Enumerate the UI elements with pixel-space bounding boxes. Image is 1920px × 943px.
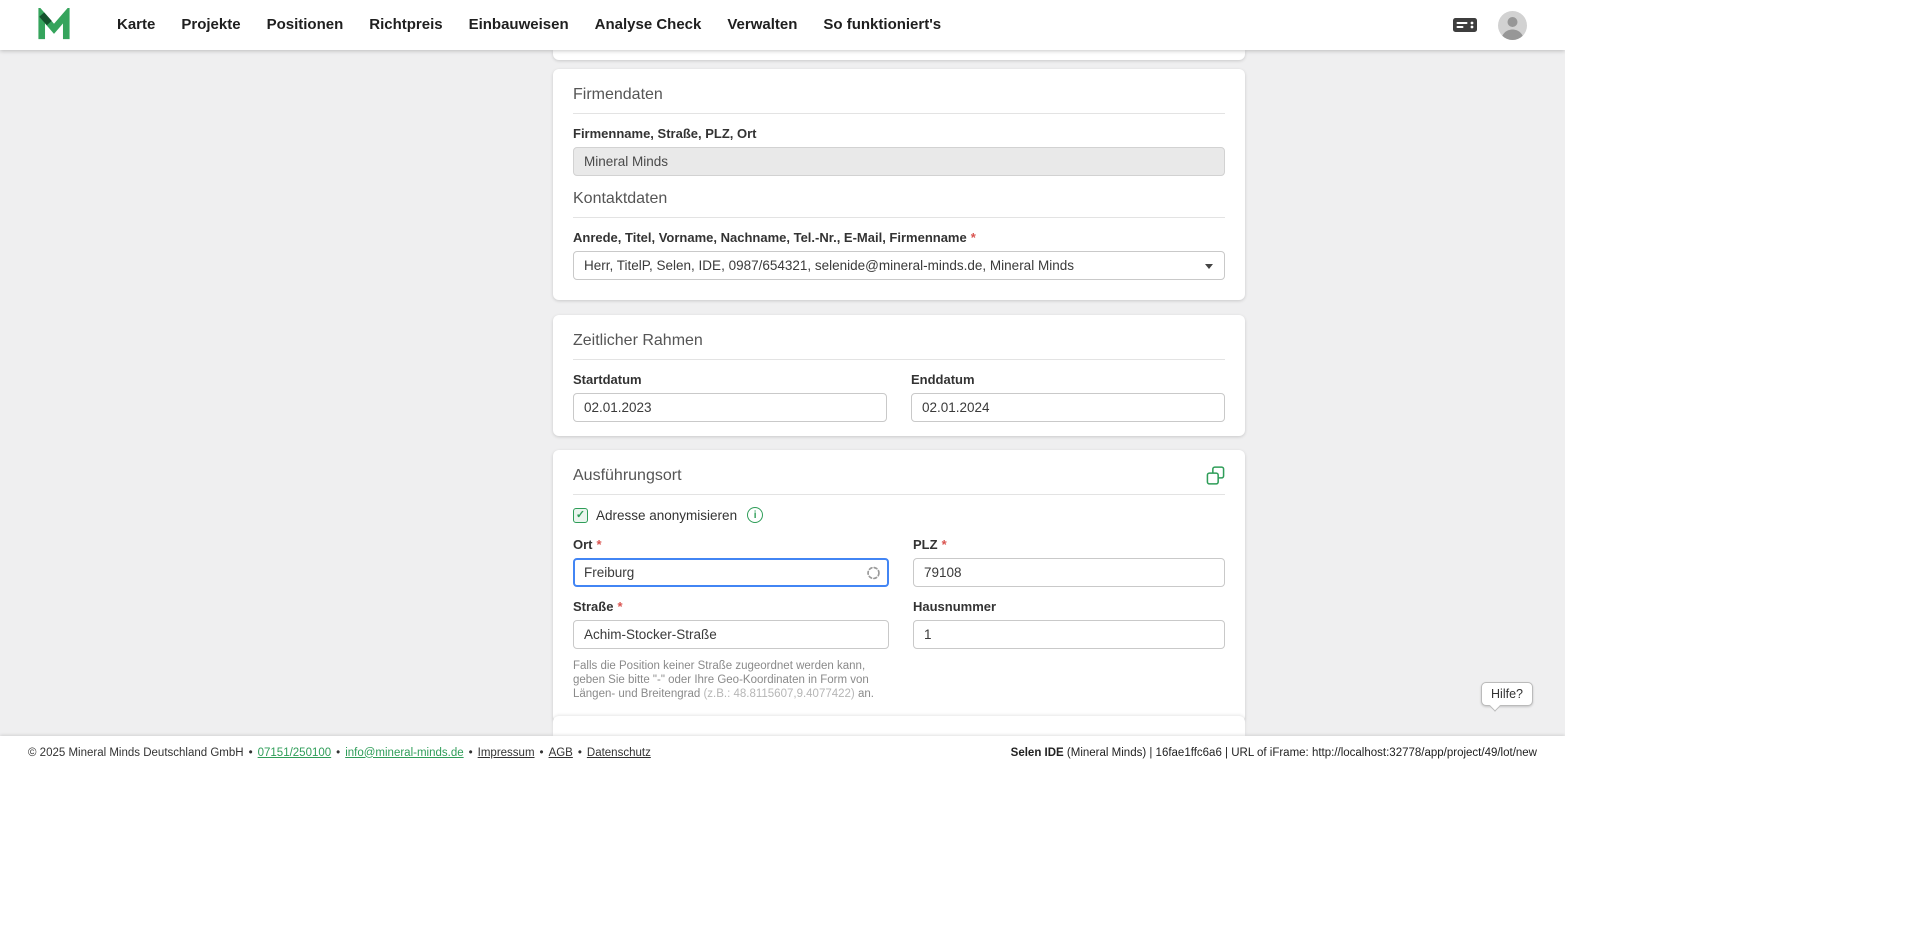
- required-marker: *: [597, 537, 602, 552]
- ort-input-wrap: [573, 558, 889, 587]
- top-navbar: Karte Projekte Positionen Richtpreis Ein…: [0, 0, 1565, 50]
- ort-label-text: Ort: [573, 537, 593, 552]
- required-marker: *: [942, 537, 947, 552]
- anonymize-checkbox[interactable]: ✓: [573, 508, 588, 523]
- required-marker: *: [617, 599, 622, 614]
- enddatum-label: Enddatum: [911, 372, 1225, 387]
- card-zeitraum: Zeitlicher Rahmen Startdatum Enddatum: [553, 315, 1245, 436]
- section-title-kontaktdaten: Kontaktdaten: [573, 189, 1225, 208]
- datenschutz-link[interactable]: Datenschutz: [587, 747, 651, 759]
- nav-item-verwalten[interactable]: Verwalten: [714, 0, 810, 50]
- copy-icon[interactable]: [1206, 466, 1225, 485]
- section-title-firmendaten: Firmendaten: [573, 85, 1225, 104]
- strasse-label: Straße *: [573, 599, 889, 614]
- footer-left: © 2025 Mineral Minds Deutschland GmbH • …: [28, 747, 651, 759]
- ausfuehrungsort-header: Ausführungsort: [573, 466, 1225, 485]
- main-nav: Karte Projekte Positionen Richtpreis Ein…: [104, 0, 954, 50]
- check-icon: ✓: [576, 510, 585, 521]
- ort-input[interactable]: [573, 558, 889, 587]
- hausnummer-input[interactable]: [913, 620, 1225, 649]
- agb-link[interactable]: AGB: [549, 747, 573, 759]
- strasse-field: Straße *: [573, 599, 889, 649]
- divider: [573, 113, 1225, 114]
- contact-select-value: Herr, TitelP, Selen, IDE, 0987/654321, s…: [584, 258, 1074, 273]
- separator: •: [540, 747, 544, 759]
- footer-debug-info: (Mineral Minds) | 16fae1ffc6a6 | URL of …: [1064, 747, 1537, 759]
- impressum-link[interactable]: Impressum: [478, 747, 535, 759]
- separator: •: [578, 747, 582, 759]
- chevron-down-icon: [1205, 264, 1213, 269]
- avatar[interactable]: [1498, 11, 1527, 40]
- company-input: [573, 147, 1225, 176]
- company-field: Firmenname, Straße, PLZ, Ort: [573, 126, 1225, 176]
- contact-select[interactable]: Herr, TitelP, Selen, IDE, 0987/654321, s…: [573, 251, 1225, 280]
- enddatum-input[interactable]: [911, 393, 1225, 422]
- contact-field-label-text: Anrede, Titel, Vorname, Nachname, Tel.-N…: [573, 230, 967, 245]
- section-title-zeitraum: Zeitlicher Rahmen: [573, 331, 1225, 350]
- anonymize-label: Adresse anonymisieren: [596, 508, 737, 523]
- section-title-ausfuehrungsort: Ausführungsort: [573, 466, 682, 485]
- nav-item-richtpreis[interactable]: Richtpreis: [356, 0, 455, 50]
- divider: [573, 359, 1225, 360]
- strasse-input[interactable]: [573, 620, 889, 649]
- server-icon[interactable]: [1452, 15, 1478, 35]
- help-button[interactable]: Hilfe?: [1481, 682, 1533, 706]
- help-button-label: Hilfe?: [1491, 687, 1523, 701]
- brand-logo[interactable]: [37, 8, 71, 42]
- address-fields: Ort * PLZ *: [573, 537, 1225, 701]
- nav-item-analyse-check[interactable]: Analyse Check: [582, 0, 715, 50]
- card-ausfuehrungsort: Ausführungsort ✓ Adresse anonymisieren i: [553, 450, 1245, 722]
- hausnummer-label: Hausnummer: [913, 599, 1225, 614]
- loading-spinner-icon: [866, 565, 881, 580]
- plz-field: PLZ *: [913, 537, 1225, 587]
- screen: Karte Projekte Positionen Richtpreis Ein…: [0, 0, 1920, 943]
- contact-field-label: Anrede, Titel, Vorname, Nachname, Tel.-N…: [573, 230, 1225, 245]
- nav-item-positionen[interactable]: Positionen: [254, 0, 357, 50]
- nav-item-projekte[interactable]: Projekte: [168, 0, 253, 50]
- card-firmendaten: Firmendaten Firmenname, Straße, PLZ, Ort…: [553, 69, 1245, 300]
- startdatum-input[interactable]: [573, 393, 887, 422]
- strasse-label-text: Straße: [573, 599, 613, 614]
- strasse-hint-suffix: an.: [855, 688, 874, 700]
- footer-app-name: Selen IDE: [1011, 747, 1064, 759]
- app-window: Karte Projekte Positionen Richtpreis Ein…: [0, 0, 1565, 769]
- plz-label: PLZ *: [913, 537, 1225, 552]
- copyright-text: © 2025 Mineral Minds Deutschland GmbH: [28, 747, 244, 759]
- separator: •: [336, 747, 340, 759]
- nav-item-so-funktionierts[interactable]: So funktioniert's: [810, 0, 954, 50]
- info-icon[interactable]: i: [747, 507, 763, 523]
- company-field-label: Firmenname, Straße, PLZ, Ort: [573, 126, 1225, 141]
- card-partial-top: [553, 50, 1245, 60]
- phone-link[interactable]: 07151/250100: [258, 747, 332, 759]
- strasse-hint-example: (z.B.: 48.8115607,9.4077422): [703, 688, 854, 700]
- plz-label-text: PLZ: [913, 537, 938, 552]
- nav-item-karte[interactable]: Karte: [104, 0, 168, 50]
- main-content: Firmendaten Firmenname, Straße, PLZ, Ort…: [0, 50, 1565, 736]
- ort-field: Ort *: [573, 537, 889, 587]
- strasse-hint: Falls die Position keiner Straße zugeord…: [573, 659, 889, 701]
- enddatum-field: Enddatum: [911, 372, 1225, 422]
- card-partial-bottom: [553, 716, 1245, 736]
- anonymize-row: ✓ Adresse anonymisieren i: [573, 507, 1225, 523]
- navbar-right: [1452, 11, 1527, 40]
- divider: [573, 494, 1225, 495]
- email-link[interactable]: info@mineral-minds.de: [345, 747, 463, 759]
- footer-right: Selen IDE (Mineral Minds) | 16fae1ffc6a6…: [1011, 747, 1537, 759]
- user-icon: [1498, 11, 1527, 40]
- required-marker: *: [971, 230, 976, 245]
- hausnummer-field: Hausnummer: [913, 599, 1225, 649]
- startdatum-field: Startdatum: [573, 372, 887, 422]
- divider: [573, 217, 1225, 218]
- contact-field: Anrede, Titel, Vorname, Nachname, Tel.-N…: [573, 230, 1225, 280]
- date-fields: Startdatum Enddatum: [573, 372, 1225, 422]
- separator: •: [249, 747, 253, 759]
- separator: •: [469, 747, 473, 759]
- plz-input[interactable]: [913, 558, 1225, 587]
- ort-label: Ort *: [573, 537, 889, 552]
- startdatum-label: Startdatum: [573, 372, 887, 387]
- brand-logo-icon: [37, 8, 71, 42]
- nav-item-einbauweisen[interactable]: Einbauweisen: [456, 0, 582, 50]
- footer: © 2025 Mineral Minds Deutschland GmbH • …: [0, 736, 1565, 769]
